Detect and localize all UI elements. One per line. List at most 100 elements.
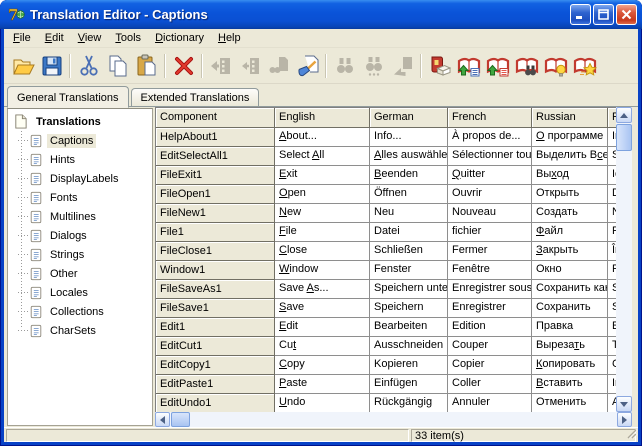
tree-item-strings[interactable]: Strings [8,245,152,264]
tree-item-charsets[interactable]: CharSets [8,321,152,340]
translation-cell[interactable]: Beenden [370,166,448,185]
tree-item-collections[interactable]: Collections [8,302,152,321]
close-button[interactable] [616,4,637,25]
translation-cell[interactable]: Speichern [370,299,448,318]
tree-item-other[interactable]: Other [8,264,152,283]
translation-cell[interactable]: À propos de... [448,128,532,147]
translation-cell[interactable]: Окно [532,261,608,280]
translation-cell[interactable]: Coller [448,375,532,394]
translation-cell[interactable]: Ausschneiden [370,337,448,356]
translation-cell[interactable]: Deschide [608,185,616,204]
translation-cell[interactable]: Save [275,299,370,318]
assign-to-button[interactable] [235,51,264,81]
translation-cell[interactable]: Salvează ca... [608,280,616,299]
translation-cell[interactable]: Schließen [370,242,448,261]
dict-export-button[interactable] [483,51,512,81]
translation-cell[interactable]: Închide [608,242,616,261]
maximize-button[interactable] [593,4,614,25]
translation-cell[interactable]: Quitter [448,166,532,185]
translation-cell[interactable]: Правка [532,318,608,337]
dict-add-button[interactable] [570,51,599,81]
translation-cell[interactable]: Edit [275,318,370,337]
find-next-button[interactable] [359,51,388,81]
translation-cell[interactable]: Выделить Все [532,147,608,166]
find-button[interactable] [330,51,359,81]
translation-cell[interactable]: Открыть [532,185,608,204]
copy-translations-button[interactable] [264,51,293,81]
translation-cell[interactable]: Sélectionner tout [448,147,532,166]
translation-cell[interactable]: About... [275,128,370,147]
translation-cell[interactable]: Salvează [608,299,616,318]
translation-cell[interactable]: Anulează [608,394,616,412]
translation-cell[interactable]: Window [275,261,370,280]
tree-item-displaylabels[interactable]: DisplayLabels [8,169,152,188]
scroll-left-button[interactable] [155,412,170,427]
translation-cell[interactable]: Kopieren [370,356,448,375]
translation-cell[interactable]: Save As... [275,280,370,299]
tree-item-locales[interactable]: Locales [8,283,152,302]
translation-cell[interactable]: Selectează tot [608,147,616,166]
translation-cell[interactable]: Вставить [532,375,608,394]
translation-cell[interactable]: Cut [275,337,370,356]
translation-cell[interactable]: Копировать [532,356,608,375]
resize-grip[interactable] [625,426,638,442]
scroll-down-button[interactable] [616,396,632,412]
translation-cell[interactable]: Taie [608,337,616,356]
translation-cell[interactable]: Nou [608,204,616,223]
translation-cell[interactable]: Enregistrer sous... [448,280,532,299]
translation-cell[interactable]: Datei [370,223,448,242]
menu-item-tools[interactable]: Tools [108,30,148,46]
tab-extended-translations[interactable]: Extended Translations [131,88,260,107]
menu-item-file[interactable]: File [6,30,38,46]
translation-cell[interactable]: Fişier [608,223,616,242]
dict-complete-button[interactable] [541,51,570,81]
menu-item-help[interactable]: Help [211,30,248,46]
tree-item-dialogs[interactable]: Dialogs [8,226,152,245]
tree-item-captions[interactable]: Captions [8,131,152,150]
translation-cell[interactable]: Inserează [608,375,616,394]
translation-cell[interactable]: Alles auswählen [370,147,448,166]
open-folder-button[interactable] [8,51,37,81]
paste-button[interactable] [132,51,161,81]
dict-find-button[interactable] [512,51,541,81]
translation-cell[interactable]: Copy [275,356,370,375]
translation-cell[interactable]: Einfügen [370,375,448,394]
delete-button[interactable] [169,51,198,81]
translation-cell[interactable]: New [275,204,370,223]
tree-item-fonts[interactable]: Fonts [8,188,152,207]
clean-button[interactable] [293,51,322,81]
scroll-up-button[interactable] [616,107,632,123]
translation-cell[interactable]: Fenêtre [448,261,532,280]
translation-cell[interactable]: Select All [275,147,370,166]
translation-cell[interactable]: Close [275,242,370,261]
translation-cell[interactable]: Nouveau [448,204,532,223]
translation-cell[interactable]: Закрыть [532,242,608,261]
translation-cell[interactable]: Fenster [370,261,448,280]
translation-cell[interactable]: Ieşire [608,166,616,185]
translation-cell[interactable]: Сохранить как... [532,280,608,299]
scroll-right-button[interactable] [617,412,632,427]
cut-button[interactable] [74,51,103,81]
translation-cell[interactable]: Open [275,185,370,204]
translation-cell[interactable]: Neu [370,204,448,223]
translation-cell[interactable]: Annuler [448,394,532,412]
translation-cell[interactable]: Copier [448,356,532,375]
translation-cell[interactable]: Informaţii... [608,128,616,147]
translation-cell[interactable]: Couper [448,337,532,356]
menu-item-dictionary[interactable]: Dictionary [148,30,211,46]
menu-item-view[interactable]: View [71,30,109,46]
tree-root-translations[interactable]: Translations [8,112,152,131]
translation-cell[interactable]: Editare [608,318,616,337]
translation-cell[interactable]: Fereastră [608,261,616,280]
translation-cell[interactable]: Fermer [448,242,532,261]
copy-button[interactable] [103,51,132,81]
translation-cell[interactable]: Файл [532,223,608,242]
translation-cell[interactable]: Enregistrer [448,299,532,318]
translation-cell[interactable]: fichier [448,223,532,242]
save-button[interactable] [37,51,66,81]
translation-cell[interactable]: Paste [275,375,370,394]
horizontal-scroll-thumb[interactable] [171,412,190,427]
translation-cell[interactable]: Bearbeiten [370,318,448,337]
translation-cell[interactable]: Rückgängig [370,394,448,412]
translation-cell[interactable]: Ouvrir [448,185,532,204]
